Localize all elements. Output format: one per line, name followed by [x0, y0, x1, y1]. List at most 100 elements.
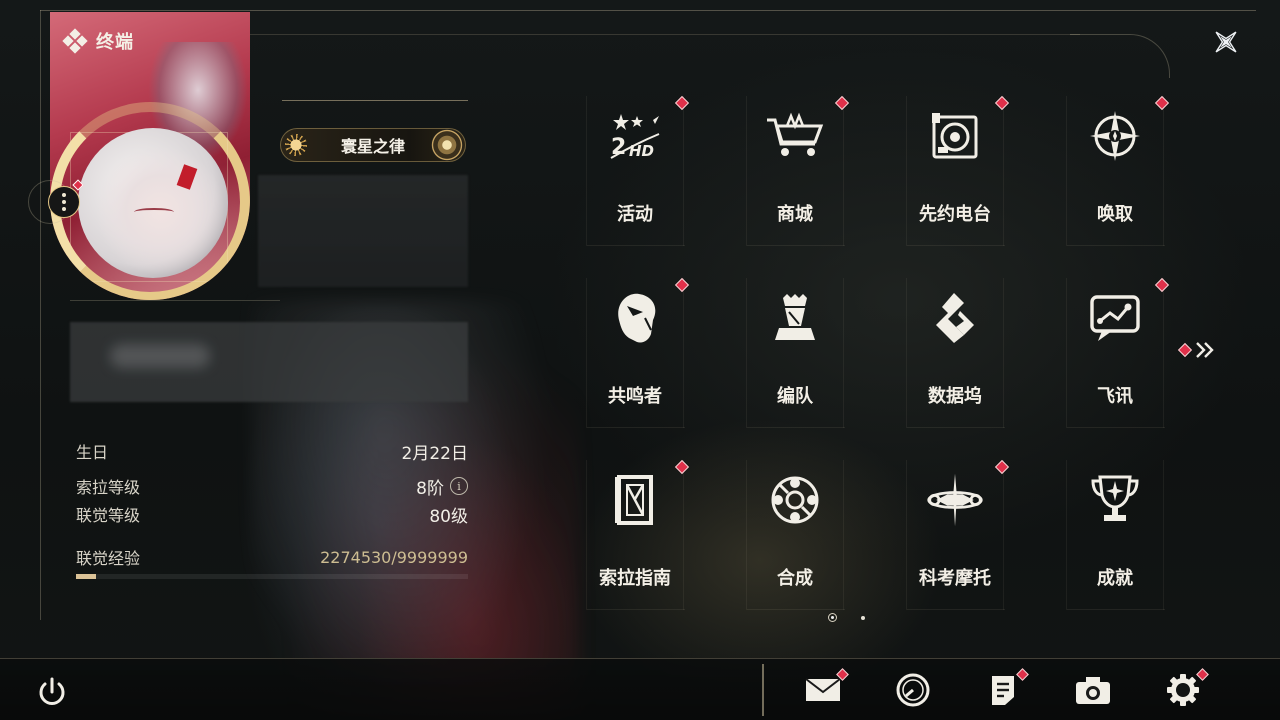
menu-item-label: 共鸣者	[608, 386, 662, 407]
stat-label: 联觉等级	[76, 506, 141, 525]
frame-line-top	[40, 10, 1256, 11]
data-bank-icon	[925, 288, 985, 348]
synthesis-icon	[765, 470, 825, 530]
page-dot-2[interactable]	[861, 615, 865, 620]
menu-item-divider	[587, 245, 685, 246]
shop-cart-icon	[765, 106, 825, 166]
menu-item-7[interactable]: 数据坞	[906, 278, 1005, 428]
menu-item-2[interactable]: 商城	[746, 95, 850, 246]
player-stats: 生日 2月22日 索拉等级 8阶 i 联觉等级 80级 联觉经验 2274530…	[76, 436, 468, 579]
svg-text:HD: HD	[629, 142, 654, 160]
settings-button[interactable]	[1163, 668, 1209, 710]
close-star-icon	[1215, 31, 1237, 53]
menu-item-divider	[587, 609, 685, 610]
title-divider	[282, 100, 468, 101]
menu-item-label: 数据坞	[928, 386, 982, 407]
stat-label: 联觉经验	[76, 549, 141, 568]
clock-icon	[896, 673, 930, 707]
event-2hd-icon: 2 HD	[605, 106, 665, 166]
menu-item-9[interactable]: 索拉指南	[586, 459, 690, 610]
menu-item-label: 飞讯	[1097, 386, 1133, 407]
stat-value-wrap: 8阶 i	[416, 474, 468, 499]
menu-item-label: 成就	[1097, 568, 1133, 589]
double-chevron-right-icon	[1196, 342, 1214, 358]
stat-label: 生日	[76, 443, 109, 462]
menu-item-11[interactable]: 科考摩托	[906, 459, 1010, 610]
mail-icon	[805, 678, 841, 701]
menu-item-label: 活动	[617, 204, 653, 225]
stat-label: 索拉等级	[76, 478, 141, 497]
menu-item-divider	[1067, 609, 1165, 610]
toolbar-separator	[762, 664, 764, 716]
menu-item-1[interactable]: 2 HD 活动	[586, 95, 690, 246]
menu-item-3[interactable]: 先约电台	[906, 95, 1010, 246]
trophy-icon	[1085, 470, 1145, 530]
menu-item-label: 编队	[777, 386, 813, 407]
convene-star-icon	[1085, 106, 1145, 166]
events-button[interactable]	[893, 670, 933, 710]
notice-icon	[992, 676, 1014, 705]
message-chat-icon	[1085, 288, 1145, 348]
menu-item-divider	[1067, 245, 1165, 246]
menu-item-10[interactable]: 合成	[746, 460, 845, 610]
menu-item-divider	[1067, 427, 1165, 428]
gear-icon	[1167, 674, 1199, 706]
stat-sola-level: 索拉等级 8阶 i	[76, 471, 468, 501]
menu-item-label: 先约电台	[919, 204, 991, 225]
power-icon	[39, 677, 65, 705]
orb-emblem-icon	[431, 129, 463, 161]
menu-item-5[interactable]: 共鸣者	[586, 277, 690, 428]
menu-item-divider	[587, 427, 685, 428]
more-options-button[interactable]	[48, 186, 80, 218]
mail-button[interactable]	[803, 668, 849, 710]
next-page-badge	[1177, 342, 1193, 358]
stat-union-level: 联觉等级 80级	[76, 501, 468, 527]
close-button[interactable]	[1208, 24, 1244, 60]
menu-item-label: 科考摩托	[919, 568, 991, 589]
info-icon[interactable]: i	[450, 477, 468, 495]
menu-item-12[interactable]: 成就	[1066, 460, 1165, 610]
stat-value: 2274530/9999999	[320, 547, 468, 567]
menu-item-8[interactable]: 飞讯	[1066, 277, 1170, 428]
stat-birthday: 生日 2月22日	[76, 436, 468, 466]
power-button[interactable]	[34, 674, 70, 710]
stat-value: 8阶	[416, 478, 444, 499]
menu-item-divider	[747, 427, 845, 428]
avatar[interactable]	[78, 128, 228, 278]
player-title-text: 寰星之律	[340, 137, 405, 156]
exp-progress-fill	[76, 574, 97, 579]
avatar-bow	[176, 164, 198, 190]
team-chess-icon	[765, 288, 825, 348]
page-title-label: 终端	[96, 32, 134, 53]
dot	[62, 200, 66, 204]
camera-button[interactable]	[1073, 670, 1113, 710]
sun-emblem-icon	[285, 134, 307, 156]
page-dot-1[interactable]	[828, 613, 837, 622]
camera-icon	[1076, 677, 1110, 704]
menu-item-divider	[907, 427, 1005, 428]
player-title-badge[interactable]: 寰星之律	[280, 128, 466, 162]
notice-button[interactable]	[983, 668, 1029, 710]
menu-item-6[interactable]: 编队	[746, 278, 845, 428]
terminal-diamonds-icon	[62, 28, 88, 54]
frame-line-left	[40, 10, 41, 620]
menu-item-divider	[907, 609, 1005, 610]
menu-item-divider	[907, 245, 1005, 246]
next-page-button[interactable]	[1177, 340, 1216, 360]
frame-line-mid	[250, 34, 1080, 35]
page-indicator	[828, 613, 865, 622]
page-title: 终端	[62, 28, 134, 54]
menu-item-4[interactable]: 唤取	[1066, 95, 1170, 246]
stat-value: 2月22日	[401, 443, 468, 464]
stat-exp: 联觉经验 2274530/9999999	[76, 542, 468, 572]
menu-item-label: 商城	[777, 204, 813, 225]
card-divider	[70, 300, 280, 301]
avatar-eyes	[134, 208, 174, 216]
blurred-info-panel	[258, 175, 468, 287]
menu-item-divider	[747, 245, 845, 246]
motorbike-icon	[925, 470, 985, 530]
menu-item-label: 唤取	[1097, 204, 1133, 225]
profile-card[interactable]	[50, 12, 250, 300]
dot	[62, 207, 66, 211]
exp-progress-bar	[76, 574, 468, 579]
